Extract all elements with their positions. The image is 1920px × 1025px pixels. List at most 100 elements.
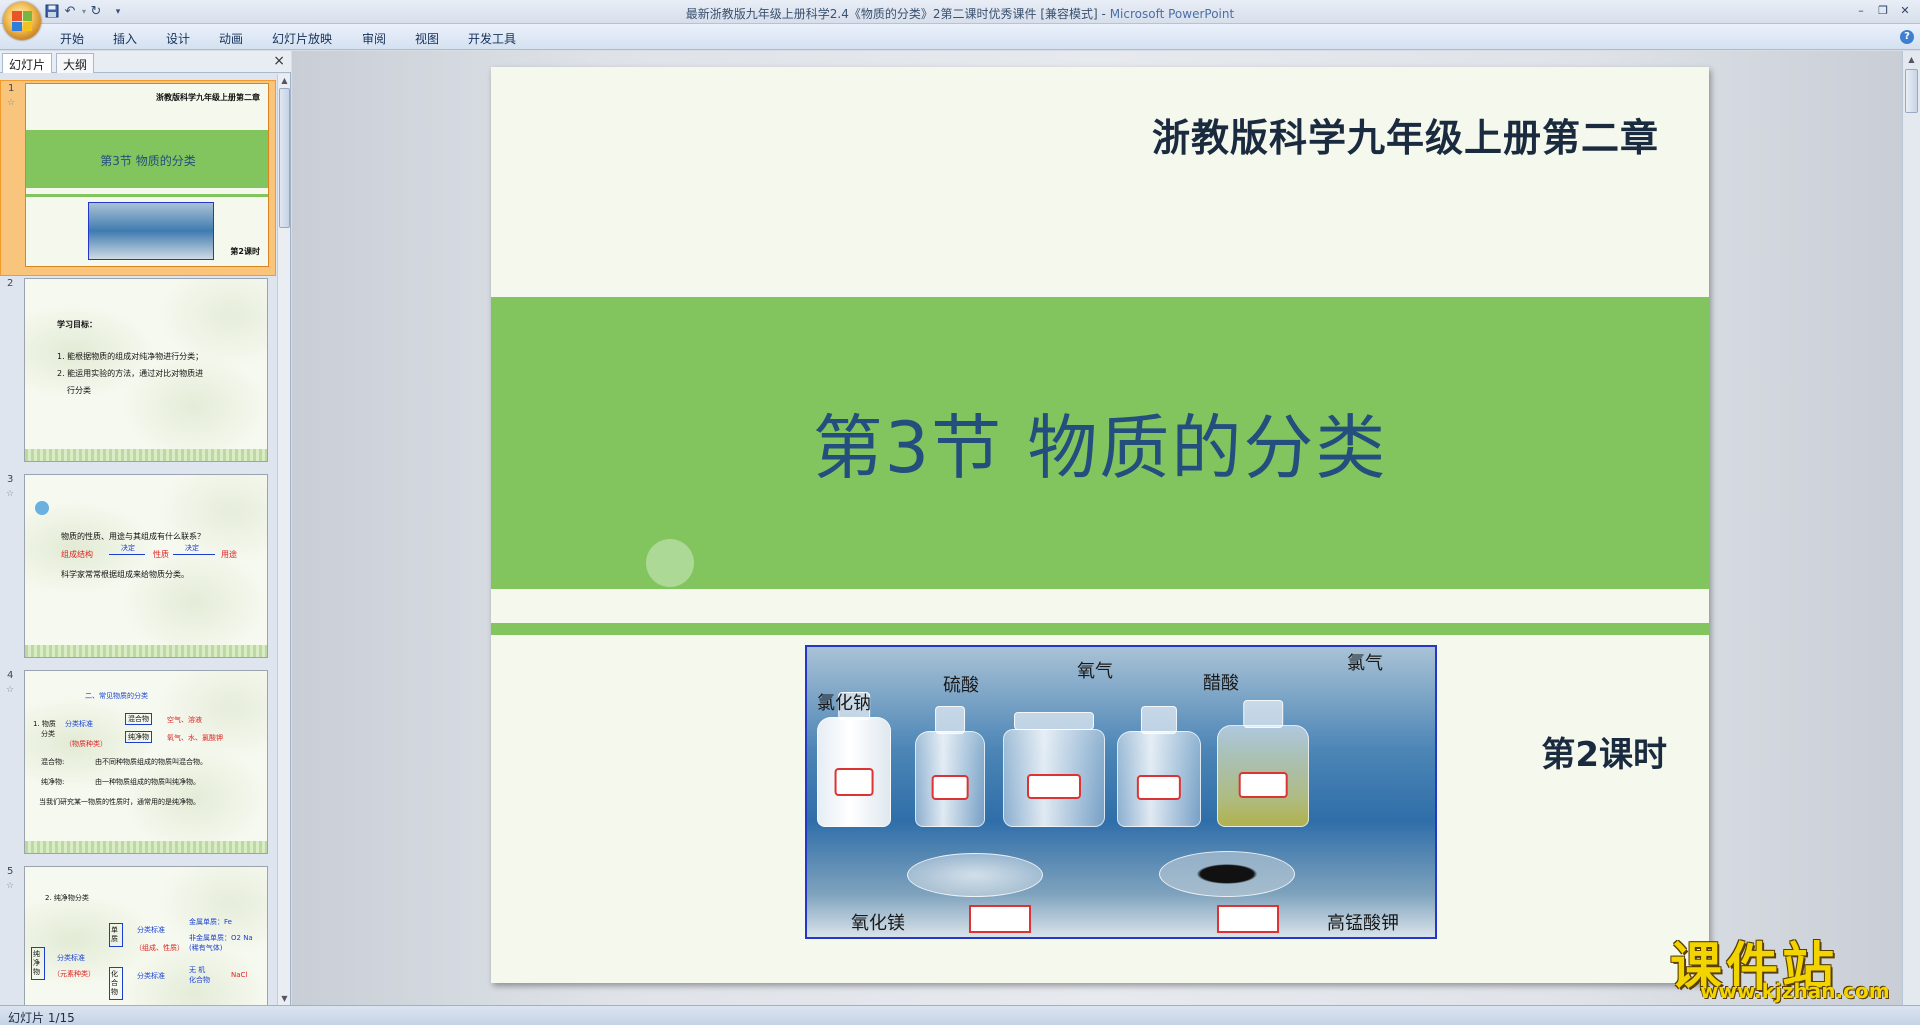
window-title: 最新浙教版九年级上册科学2.4《物质的分类》2第二课时优秀课件 [兼容模式] -…	[685, 7, 1235, 21]
slide-thumbnail-1[interactable]: 1 ☆ 浙教版科学九年级上册第二章 第3节 物质的分类 第2课时	[0, 80, 276, 276]
label-magnesium-oxide: 氧化镁	[851, 913, 905, 934]
thumb-line: 1. 能根据物质的组成对纯净物进行分类；	[57, 352, 204, 361]
thumbnail-preview: 二、常见物质的分类 1. 物质 分类 分类标准 （物质种类） 混合物 纯净物 空…	[24, 670, 268, 854]
slide-title[interactable]: 第3节 物质的分类	[491, 392, 1709, 493]
thumb-arrow	[109, 554, 145, 555]
thumbnail-number: 4	[7, 670, 14, 681]
scroll-up-icon[interactable]: ▲	[1905, 53, 1918, 66]
slide-thumbnail-5[interactable]: 5 ☆ 2. 纯净物分类 纯净物 分类标准 （元素种类） 单质 化合物 分类标准…	[0, 864, 276, 1005]
close-icon[interactable]: ✕	[1894, 3, 1916, 19]
thumb-heading: 学习目标：	[57, 320, 97, 329]
tab-slideshow[interactable]: 幻灯片放映	[272, 30, 332, 47]
thumbnail-scrollbar[interactable]: ▲ ▼	[277, 74, 290, 1005]
minimize-icon[interactable]: –	[1850, 3, 1872, 19]
thumb-line: 分类标准	[137, 926, 165, 934]
tab-slides[interactable]: 幻灯片	[2, 53, 53, 73]
current-slide[interactable]: 浙教版科学九年级上册第二章 第3节 物质的分类 氯化钠 硫酸 氧气 醋酸 氯气 …	[491, 67, 1709, 983]
tab-insert[interactable]: 插入	[113, 30, 137, 47]
chemicals-photo[interactable]: 氯化钠 硫酸 氧气 醋酸 氯气 氧化镁 高锰酸钾	[805, 645, 1437, 939]
thumbnail-preview: 2. 纯净物分类 纯净物 分类标准 （元素种类） 单质 化合物 分类标准 （组成…	[24, 866, 268, 1005]
slide-editor: 浙教版科学九年级上册第二章 第3节 物质的分类 氯化钠 硫酸 氧气 醋酸 氯气 …	[292, 51, 1902, 1005]
slide-thumbnail-2[interactable]: 2 学习目标： 1. 能根据物质的组成对纯净物进行分类； 2. 能运用实验的方法…	[0, 276, 276, 472]
thumb-photo	[88, 202, 214, 260]
help-icon[interactable]: ?	[1900, 30, 1914, 44]
watermark-logo: 课件站 www.kjzhan.com	[1670, 925, 1906, 1005]
thumb-line: 化合物	[189, 976, 210, 984]
editor-scrollbar[interactable]: ▲	[1902, 51, 1920, 1005]
thumb-line: 用途	[221, 550, 237, 559]
thumb-line: 决定	[121, 544, 135, 552]
tab-developer[interactable]: 开发工具	[468, 30, 516, 47]
office-logo-icon	[12, 11, 32, 31]
scroll-thumb[interactable]	[279, 88, 290, 228]
document-title: 最新浙教版九年级上册科学2.4《物质的分类》2第二课时优秀课件 [兼容模式]	[685, 7, 1098, 21]
thumb-grass	[25, 841, 267, 853]
app-name: Microsoft PowerPoint	[1109, 7, 1235, 21]
thumb-line: 纯净物:	[41, 778, 65, 786]
bottle-label	[1027, 774, 1081, 800]
powerpoint-window: ↶ ▾ ↻ ▾ 最新浙教版九年级上册科学2.4《物质的分类》2第二课时优秀课件 …	[0, 0, 1920, 1025]
thumb-line: 分类标准	[137, 972, 165, 980]
scroll-up-icon[interactable]: ▲	[278, 74, 291, 87]
slide-thumbnail-4[interactable]: 4 ☆ 二、常见物质的分类 1. 物质 分类 分类标准 （物质种类） 混合物 纯…	[0, 668, 276, 864]
slide-header[interactable]: 浙教版科学九年级上册第二章	[1152, 107, 1659, 162]
bottle-neck	[1140, 706, 1178, 734]
thumb-line: （物质种类）	[65, 740, 107, 748]
thumb-line: 无 机	[189, 966, 206, 974]
label-acetic-acid: 醋酸	[1203, 673, 1239, 694]
watermark-url: www.kjzhan.com	[1700, 979, 1890, 1003]
office-button[interactable]	[3, 2, 41, 40]
thumb-line: 物质的性质、用途与其组成有什么联系？	[61, 532, 205, 541]
thumbnail-list: 1 ☆ 浙教版科学九年级上册第二章 第3节 物质的分类 第2课时 2 学习目标：	[0, 74, 276, 1005]
tab-home[interactable]: 开始	[60, 30, 84, 47]
thumb-line: 1. 物质	[33, 720, 56, 728]
restore-icon[interactable]: ❐	[1872, 3, 1894, 19]
slide-indicator: 幻灯片 1/15	[8, 1011, 75, 1025]
thumb-header: 浙教版科学九年级上册第二章	[156, 93, 260, 102]
ribbon-tabs: 开始 插入 设计 动画 幻灯片放映 审阅 视图 开发工具 ?	[0, 24, 1920, 50]
pane-close-icon[interactable]: ×	[273, 53, 285, 69]
animation-star-icon: ☆	[6, 685, 15, 695]
thumb-line: 组成结构	[61, 550, 93, 559]
label-chlorine: 氯气	[1347, 653, 1383, 674]
thumb-grass	[25, 645, 267, 657]
slides-pane: 幻灯片 大纲 × 1 ☆ 浙教版科学九年级上册第二章 第3节 物质的分类 第2课…	[0, 51, 291, 1005]
slide-thumbnail-3[interactable]: 3 ☆ 物质的性质、用途与其组成有什么联系？ 组成结构 决定 性质 决定 用途 …	[0, 472, 276, 668]
label-sodium-chloride: 氯化钠	[817, 693, 871, 714]
thumb-line: （元素种类）	[53, 970, 95, 978]
bottle-oxygen	[1003, 712, 1105, 827]
thumb-line: NaCl	[231, 971, 248, 979]
thumb-line: 分类	[41, 730, 55, 738]
thumb-line: 分类标准	[57, 954, 85, 962]
lesson-period[interactable]: 第2课时	[1541, 727, 1667, 776]
animation-star-icon: ☆	[6, 881, 15, 891]
tab-animations[interactable]: 动画	[219, 30, 243, 47]
tag-magnesium-oxide	[969, 905, 1031, 933]
tab-review[interactable]: 审阅	[362, 30, 386, 47]
thumb-line: 2. 能运用实验的方法，通过对比对物质进	[57, 369, 204, 378]
label-sulfuric-acid: 硫酸	[943, 675, 979, 696]
animation-star-icon: ☆	[6, 489, 15, 499]
tab-design[interactable]: 设计	[166, 30, 190, 47]
thumb-line: 纯净物	[125, 731, 152, 743]
thumbnail-preview: 浙教版科学九年级上册第二章 第3节 物质的分类 第2课时	[25, 83, 269, 267]
scroll-down-icon[interactable]: ▼	[278, 992, 291, 1005]
thumbnail-number: 3	[7, 474, 14, 485]
dish-potassium-permanganate	[1159, 851, 1295, 897]
tab-view[interactable]: 视图	[415, 30, 439, 47]
title-bar: ↶ ▾ ↻ ▾ 最新浙教版九年级上册科学2.4《物质的分类》2第二课时优秀课件 …	[0, 0, 1920, 40]
decorative-circle	[646, 539, 694, 587]
thumb-footer: 第2课时	[230, 247, 260, 256]
thumbnail-preview: 学习目标： 1. 能根据物质的组成对纯净物进行分类； 2. 能运用实验的方法，通…	[24, 278, 268, 462]
thumb-line: (稀有气体)	[189, 944, 223, 952]
tag-potassium-permanganate	[1217, 905, 1279, 933]
thumb-line: 由一种物质组成的物质叫纯净物。	[95, 778, 200, 786]
pane-tabs: 幻灯片 大纲 ×	[0, 51, 291, 73]
bottle-label	[1136, 775, 1182, 800]
animation-star-icon: ☆	[7, 98, 16, 108]
thumb-character-icon	[35, 501, 49, 515]
tab-outline[interactable]: 大纲	[56, 53, 95, 73]
thumb-title: 第3节 物质的分类	[100, 154, 196, 168]
thumb-arrow	[173, 554, 215, 555]
scroll-thumb[interactable]	[1905, 69, 1918, 113]
